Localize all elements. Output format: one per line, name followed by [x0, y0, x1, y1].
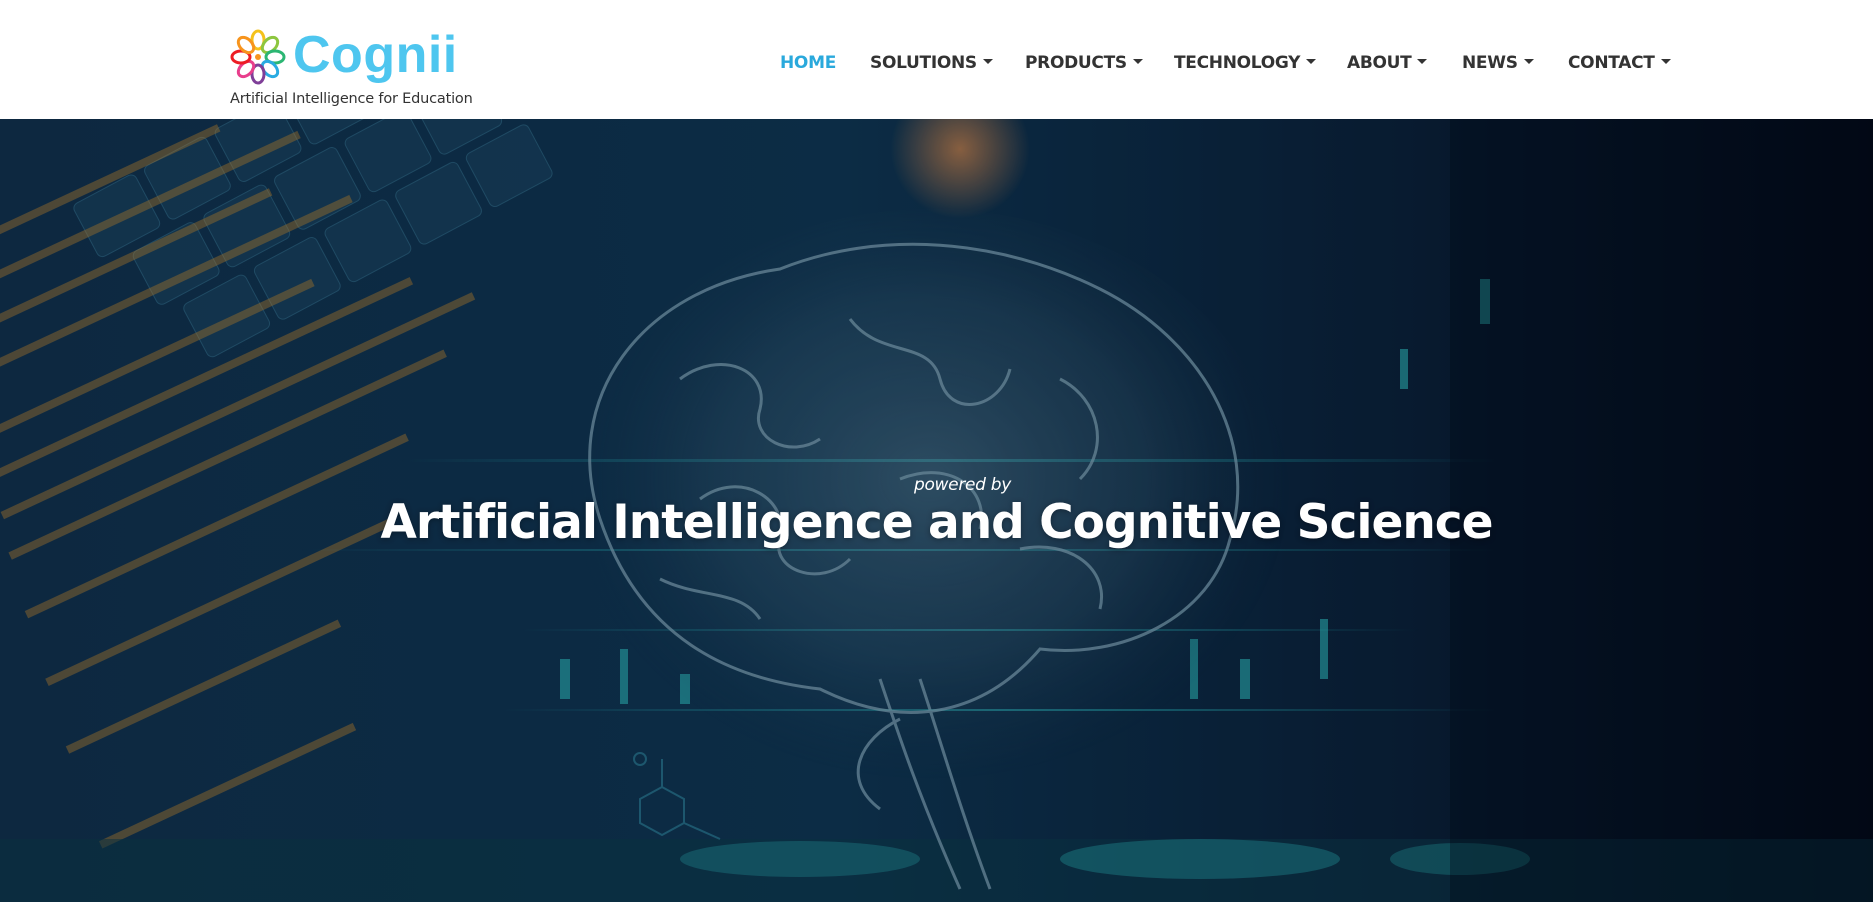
nav-item-label: HOME — [780, 53, 837, 73]
nav-item-contact[interactable]: CONTACT — [1568, 53, 1671, 73]
site-header: Cognii Artificial Intelligence for Educa… — [0, 0, 1873, 119]
nav-item-home[interactable]: HOME — [780, 53, 836, 73]
caret-down-icon — [1132, 58, 1143, 64]
nav-item-label: SOLUTIONS — [870, 53, 977, 73]
nav-item-label: ABOUT — [1347, 53, 1412, 73]
caret-down-icon — [982, 58, 993, 64]
hero-banner: powered by Artificial Intelligence and C… — [0, 119, 1873, 902]
caret-down-icon — [1523, 58, 1534, 64]
caret-down-icon — [1306, 58, 1317, 64]
nav-item-news[interactable]: NEWS — [1462, 53, 1534, 73]
caret-down-icon — [1660, 58, 1671, 64]
nav-item-label: CONTACT — [1568, 53, 1655, 73]
nav-item-technology[interactable]: TECHNOLOGY — [1174, 53, 1317, 73]
main-nav: HOME SOLUTIONS PRODUCTS TECHNOLOGY ABOUT… — [0, 53, 1873, 77]
nav-item-label: TECHNOLOGY — [1174, 53, 1301, 73]
nav-item-label: NEWS — [1462, 53, 1518, 73]
nav-item-solutions[interactable]: SOLUTIONS — [870, 53, 993, 73]
nav-item-label: PRODUCTS — [1025, 53, 1127, 73]
nav-item-products[interactable]: PRODUCTS — [1025, 53, 1143, 73]
nav-item-about[interactable]: ABOUT — [1347, 53, 1428, 73]
brand-tagline: Artificial Intelligence for Education — [230, 91, 473, 107]
caret-down-icon — [1417, 58, 1428, 64]
hero-headline: Artificial Intelligence and Cognitive Sc… — [380, 495, 1493, 550]
